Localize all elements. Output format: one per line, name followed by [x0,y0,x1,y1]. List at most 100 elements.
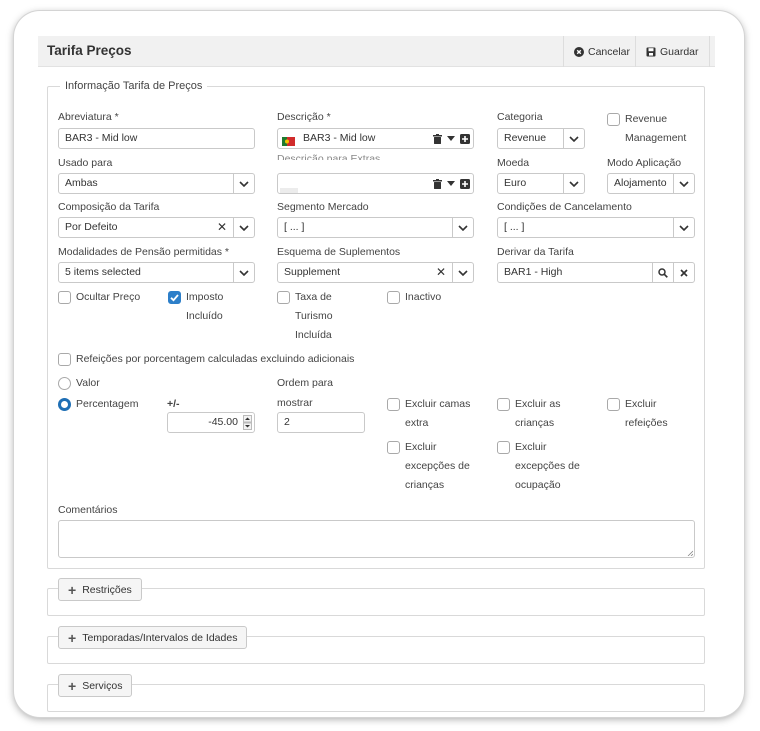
page-title: Tarifa Preços [47,43,132,58]
excluir-exc-criancas-checkbox[interactable] [387,441,400,454]
sinal-label: +/- [167,398,180,410]
imposto-incluido-checkbox[interactable] [168,291,181,304]
condicoes-select[interactable]: [ ... ] [497,217,695,238]
close-icon[interactable]: ✕ [433,263,449,282]
chevron-down-icon [452,218,473,237]
modalidades-value: 5 items selected [65,266,141,278]
esquema-label: Esquema de Suplementos [277,246,401,258]
excluir-exc-criancas-label-1: Excluir [405,441,437,453]
descricao-value: BAR3 - Mid low [303,132,376,144]
comentarios-label: Comentários [58,504,118,516]
title-bar: Tarifa Preços Cancelar Guardar [38,36,715,67]
categoria-label: Categoria [497,111,543,123]
trash-icon[interactable] [430,129,444,148]
valor-label: Valor [76,377,100,389]
plus-icon: + [68,677,77,694]
usado-para-select[interactable]: Ambas [58,173,255,194]
excluir-refeicoes-checkbox[interactable] [607,398,620,411]
categoria-select[interactable]: Revenue [497,128,585,149]
modo-aplicacao-label: Modo Aplicação [607,157,682,169]
restricoes-toggle-button[interactable]: + Restrições [58,578,142,601]
segmento-select[interactable]: [ ... ] [277,217,474,238]
inactivo-label: Inactivo [405,291,442,303]
excluir-exc-ocupacao-label-2: excepções de [515,460,580,472]
excluir-exc-ocupacao-checkbox[interactable] [497,441,510,454]
modo-aplicacao-select[interactable]: Alojamento [607,173,695,194]
servicos-section [47,684,705,712]
abreviatura-value: BAR3 - Mid low [65,132,138,144]
plus-square-icon[interactable] [458,129,472,148]
abreviatura-input[interactable]: BAR3 - Mid low [58,128,255,149]
segmento-value: [ ... ] [284,221,305,233]
temporadas-toggle-button[interactable]: + Temporadas/Intervalos de Idades [58,626,248,649]
excluir-camas-label-1: Excluir camas [405,398,471,410]
floppy-disk-icon [646,47,656,57]
percentagem-label: Percentagem [76,398,139,410]
esquema-select[interactable]: Supplement ✕ [277,262,474,283]
plus-square-icon[interactable] [458,174,472,193]
moeda-select[interactable]: Euro [497,173,585,194]
fieldset-legend: Informação Tarifa de Preços [60,80,208,92]
refeicoes-pct-label: Refeições por porcentagem calculadas exc… [76,353,355,365]
ocultar-preco-checkbox[interactable] [58,291,71,304]
chevron-down-icon [673,174,694,193]
descricao2-input[interactable] [277,173,474,194]
stepper-arrows-icon[interactable] [243,415,252,430]
chevron-down-icon [233,218,254,237]
derivar-input[interactable]: BAR1 - High [497,262,695,283]
taxa-turismo-label-1: Taxa de [295,291,332,303]
trash-icon[interactable] [430,174,444,193]
moeda-label: Moeda [497,157,530,169]
chevron-down-icon [673,218,694,237]
cancel-label: Cancelar [588,45,631,58]
excluir-refeicoes-label-1: Excluir [625,398,657,410]
revenue-management-checkbox[interactable] [607,113,620,126]
servicos-toggle-button[interactable]: + Serviços [58,674,133,697]
condicoes-value: [ ... ] [504,221,525,233]
sinal-value: -45.00 [208,416,238,428]
chevron-down-icon [233,174,254,193]
modalidades-select[interactable]: 5 items selected [58,262,255,283]
search-icon[interactable] [652,263,673,282]
valor-radio[interactable] [58,377,71,390]
resize-handle-icon[interactable] [687,550,693,556]
percentagem-radio[interactable] [58,398,71,411]
ordem-label-2: mostrar [277,397,313,409]
categoria-value: Revenue [504,132,547,144]
times-circle-icon [574,46,584,57]
imposto-incluido-label-1: Imposto [186,291,224,303]
app-window: Tarifa Preços Cancelar Guardar Informaçã… [14,11,744,717]
servicos-label: Serviços [82,679,123,692]
excluir-criancas-checkbox[interactable] [497,398,510,411]
sinal-stepper[interactable]: -45.00 [167,412,255,433]
chevron-down-icon[interactable] [444,129,458,148]
excluir-criancas-label-1: Excluir as [515,398,561,410]
composicao-label: Composição da Tarifa [58,201,160,213]
excluir-exc-ocupacao-label-3: ocupação [515,479,561,491]
usado-para-label: Usado para [58,157,113,169]
save-label: Guardar [660,45,699,58]
chevron-down-icon[interactable] [444,174,458,193]
excluir-refeicoes-label-2: refeições [625,417,668,429]
refeicoes-pct-checkbox[interactable] [58,353,71,366]
chevron-down-icon [563,129,584,148]
comentarios-textarea[interactable] [58,520,695,558]
save-button[interactable]: Guardar [635,36,710,67]
close-icon[interactable]: ✕ [214,218,230,237]
chevron-down-icon [233,263,254,282]
descricao-input[interactable]: BAR3 - Mid low [277,128,474,149]
ordem-label-1: Ordem para [277,377,334,389]
taxa-turismo-checkbox[interactable] [277,291,290,304]
moeda-value: Euro [504,177,527,189]
derivar-value: BAR1 - High [504,266,563,278]
excluir-exc-ocupacao-label-1: Excluir [515,441,547,453]
check-icon [170,294,179,302]
inactivo-checkbox[interactable] [387,291,400,304]
ordem-input[interactable]: 2 [277,412,365,433]
close-icon[interactable] [673,263,694,282]
composicao-select[interactable]: Por Defeito ✕ [58,217,255,238]
cancel-button[interactable]: Cancelar [563,36,640,67]
modo-aplicacao-value: Alojamento [614,177,667,189]
excluir-camas-checkbox[interactable] [387,398,400,411]
ocultar-preco-label: Ocultar Preço [76,291,141,303]
